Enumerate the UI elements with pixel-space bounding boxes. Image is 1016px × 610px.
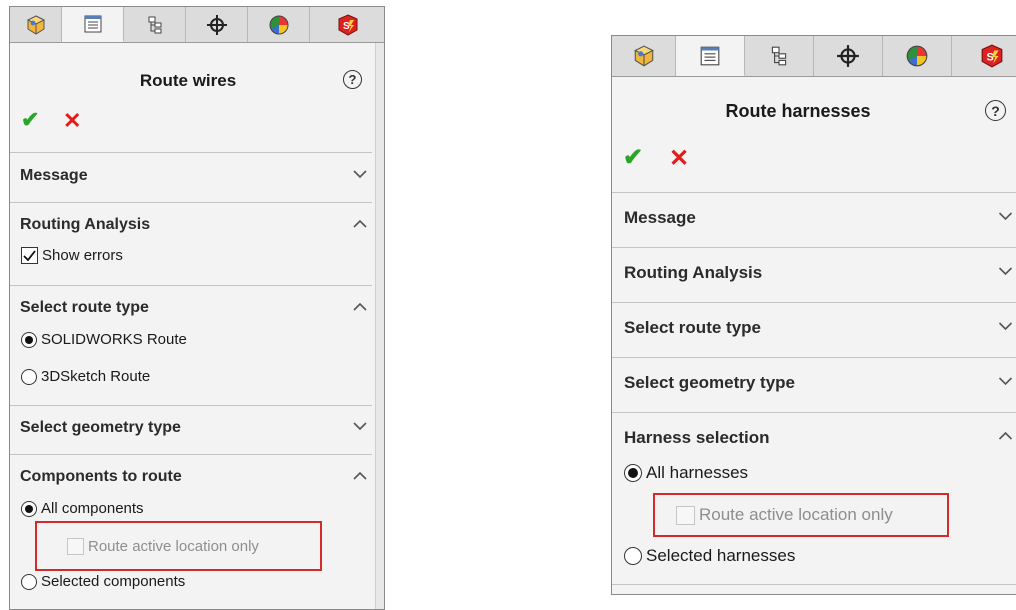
divider (612, 247, 1016, 248)
all-components-radio[interactable]: All components (21, 500, 144, 517)
route-active-location-checkbox[interactable]: Route active location only (676, 505, 893, 525)
tab-property-manager[interactable] (62, 7, 124, 42)
checkbox-checked-icon[interactable] (21, 247, 38, 264)
3dsketch-route-label: 3DSketch Route (41, 368, 151, 385)
divider (612, 357, 1016, 358)
manager-tabbar: S (10, 7, 384, 43)
all-harnesses-radio[interactable]: All harnesses (624, 463, 748, 483)
section-routing-analysis-header[interactable]: Routing Analysis (624, 263, 762, 283)
chevron-up-icon[interactable] (353, 471, 367, 481)
chevron-up-icon[interactable] (998, 431, 1013, 441)
divider (10, 454, 372, 455)
tab-property-manager[interactable] (676, 36, 745, 76)
selected-components-radio[interactable]: Selected components (21, 573, 185, 590)
3dsketch-route-radio[interactable]: 3DSketch Route (21, 368, 150, 385)
route-harnesses-panel: S Route harnesses ? ✔ ✕ Message Routing … (611, 35, 1016, 595)
display-manager-icon (269, 15, 288, 34)
checkbox-disabled-icon[interactable] (676, 505, 695, 525)
divider (612, 412, 1016, 413)
tab-solidworks-addin[interactable]: S (952, 36, 1016, 76)
tab-dimxpert[interactable] (186, 7, 248, 42)
solidworks-addin-icon: S (981, 44, 1003, 68)
chevron-up-icon[interactable] (353, 302, 367, 312)
all-harnesses-label: All harnesses (646, 463, 749, 482)
dimxpert-icon (206, 14, 227, 35)
chevron-down-icon[interactable] (353, 169, 367, 179)
tab-dimxpert[interactable] (814, 36, 883, 76)
radio-selected-icon[interactable] (21, 331, 37, 348)
tab-display-manager[interactable] (248, 7, 310, 42)
radio-selected-icon[interactable] (624, 464, 642, 482)
solidworks-addin-icon: S (338, 13, 358, 36)
divider (10, 152, 372, 153)
svg-text:S: S (343, 21, 350, 32)
svg-text:S: S (987, 51, 994, 63)
tab-configuration-manager[interactable] (124, 7, 186, 42)
selected-components-label: Selected components (41, 573, 186, 590)
selected-harnesses-radio[interactable]: Selected harnesses (624, 546, 795, 566)
page-title: Route wires (139, 71, 237, 90)
chevron-down-icon[interactable] (353, 421, 367, 431)
radio-unselected-icon[interactable] (624, 547, 642, 565)
property-manager-icon (700, 46, 720, 65)
manager-tabbar: S (612, 36, 1016, 77)
route-active-location-checkbox[interactable]: Route active location only (67, 538, 259, 555)
tab-configuration-manager[interactable] (745, 36, 814, 76)
divider (612, 192, 1016, 193)
route-active-location-label: Route active location only (88, 538, 259, 555)
section-message-header[interactable]: Message (624, 208, 696, 228)
section-geometry-type-header[interactable]: Select geometry type (624, 373, 795, 393)
feature-manager-icon (26, 14, 45, 35)
section-geometry-type-header[interactable]: Select geometry type (20, 419, 181, 437)
page-title: Route harnesses (725, 101, 871, 121)
chevron-down-icon[interactable] (998, 211, 1013, 221)
configuration-manager-icon (148, 16, 161, 33)
radio-unselected-icon[interactable] (21, 573, 37, 590)
all-components-label: All components (41, 500, 144, 517)
chevron-down-icon[interactable] (998, 321, 1013, 331)
divider (612, 584, 1016, 585)
checkbox-disabled-icon[interactable] (67, 538, 84, 555)
divider (10, 405, 372, 406)
solidworks-route-label: SOLIDWORKS Route (41, 331, 187, 348)
ok-button[interactable]: ✔ (21, 107, 39, 133)
divider (612, 302, 1016, 303)
configuration-manager-icon (771, 46, 787, 66)
section-route-type-header[interactable]: Select route type (20, 299, 149, 317)
tab-display-manager[interactable] (883, 36, 952, 76)
selected-harnesses-label: Selected harnesses (646, 546, 796, 565)
chevron-down-icon[interactable] (998, 266, 1013, 276)
section-harness-selection-header[interactable]: Harness selection (624, 428, 770, 448)
solidworks-route-radio[interactable]: SOLIDWORKS Route (21, 331, 187, 348)
tab-solidworks-addin[interactable]: S (310, 7, 384, 42)
radio-unselected-icon[interactable] (21, 368, 37, 385)
tab-feature-manager[interactable] (10, 7, 62, 42)
tab-feature-manager[interactable] (612, 36, 676, 76)
divider (10, 202, 372, 203)
help-icon[interactable]: ? (985, 100, 1006, 121)
ok-button[interactable]: ✔ (623, 143, 643, 172)
radio-selected-icon[interactable] (21, 500, 37, 517)
route-active-location-label: Route active location only (699, 505, 893, 524)
scrollbar[interactable] (375, 43, 384, 609)
dimxpert-icon (837, 45, 859, 67)
feature-manager-icon (633, 45, 654, 67)
route-wires-panel: S Route wires ? ✔ ✕ Message Routing Anal… (9, 6, 385, 610)
cancel-button[interactable]: ✕ (669, 144, 689, 173)
section-components-header[interactable]: Components to route (20, 468, 182, 486)
chevron-down-icon[interactable] (998, 376, 1013, 386)
help-icon[interactable]: ? (343, 70, 362, 89)
divider (10, 285, 372, 286)
property-manager-icon (84, 15, 101, 33)
show-errors-label: Show errors (42, 247, 123, 264)
cancel-button[interactable]: ✕ (63, 108, 81, 134)
section-routing-analysis-header[interactable]: Routing Analysis (20, 216, 150, 234)
chevron-up-icon[interactable] (353, 219, 367, 229)
section-message-header[interactable]: Message (20, 167, 88, 185)
show-errors-checkbox[interactable]: Show errors (21, 247, 123, 264)
display-manager-icon (906, 45, 928, 67)
section-route-type-header[interactable]: Select route type (624, 318, 761, 338)
